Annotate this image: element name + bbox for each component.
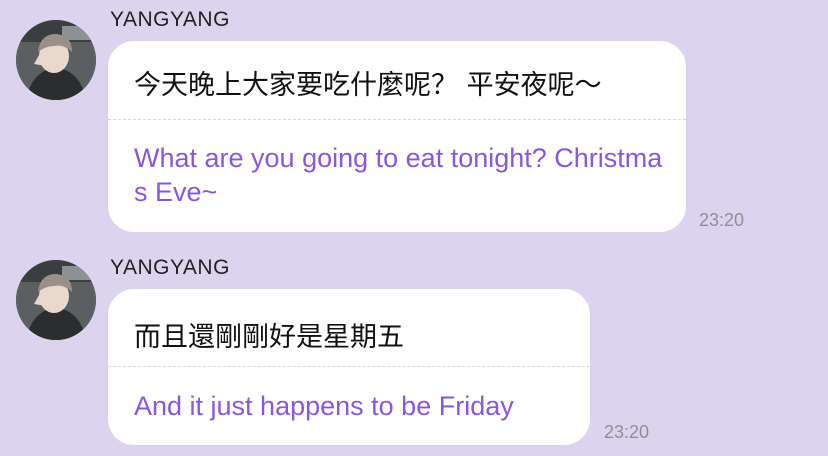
message-timestamp: 23:20 (699, 210, 745, 230)
original-text: 而且還剛剛好是星期五 (134, 322, 404, 353)
original-text: 今天晚上大家要吃什麼呢？ 平安夜呢～ (134, 70, 602, 101)
translated-text: What are you going to eat tonight? Chris… (134, 143, 663, 207)
sender-avatar[interactable] (16, 260, 96, 340)
translation-divider (108, 366, 590, 367)
message-bubble[interactable]: 今天晚上大家要吃什麼呢？ 平安夜呢～ What are you going to… (108, 41, 686, 232)
avatar-photo-icon (16, 260, 96, 340)
message-1: YANGYANG 今天晚上大家要吃什麼呢？ 平安夜呢～ What are you… (0, 0, 828, 240)
avatar-photo-icon (16, 20, 96, 100)
sender-name: YANGYANG (110, 8, 230, 31)
message-2: YANGYANG 而且還剛剛好是星期五 And it just happens … (0, 240, 828, 456)
translated-text: And it just happens to be Friday (134, 391, 514, 421)
message-bubble[interactable]: 而且還剛剛好是星期五 And it just happens to be Fri… (108, 289, 590, 445)
message-timestamp: 23:20 (604, 422, 650, 442)
translation-divider (108, 119, 686, 120)
chat-screen: { "chat": { "messages": [ { "sender": "Y… (0, 0, 828, 456)
sender-avatar[interactable] (16, 20, 96, 100)
sender-name: YANGYANG (110, 256, 230, 279)
